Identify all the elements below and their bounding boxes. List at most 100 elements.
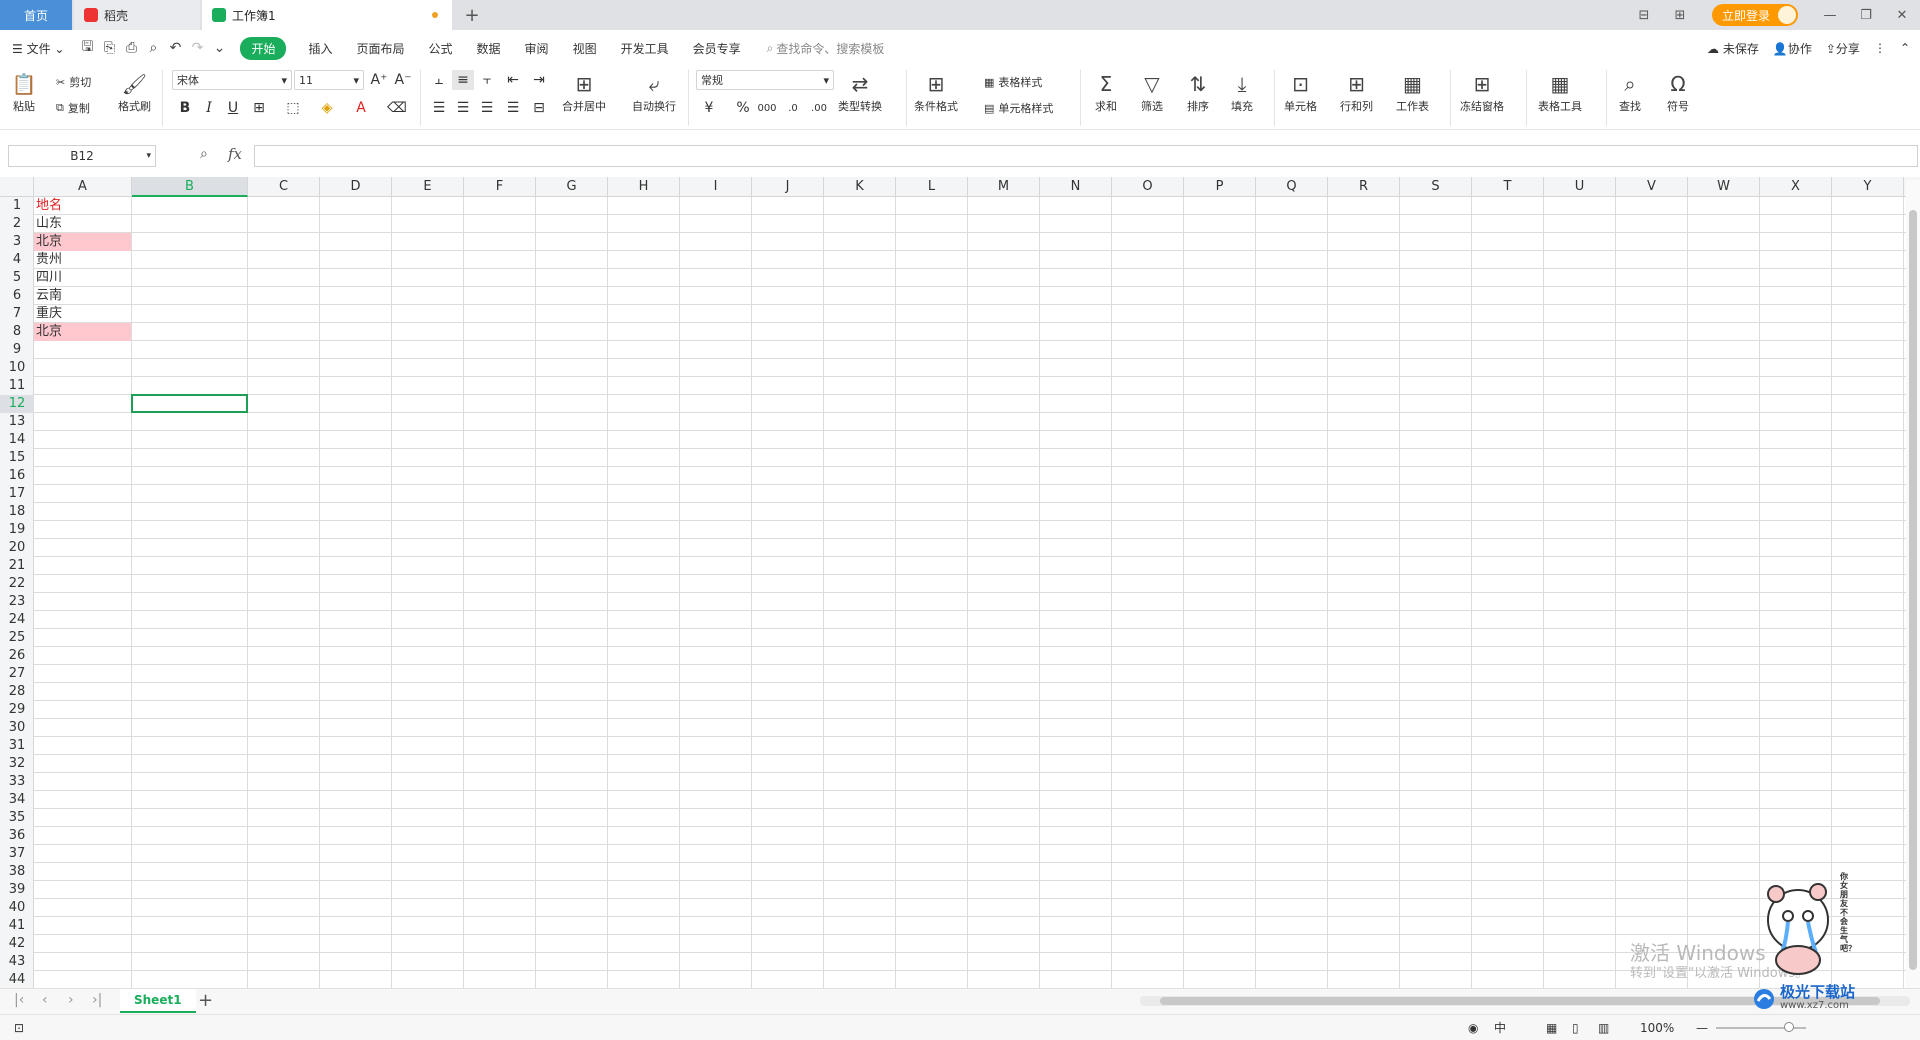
input-method-icon[interactable]: 中	[1494, 1019, 1506, 1036]
column-header-U[interactable]: U	[1544, 177, 1616, 197]
cell-button[interactable]: ⊡ 单元格	[1284, 70, 1317, 114]
add-sheet-button[interactable]: +	[198, 990, 213, 1011]
freeze-button[interactable]: ⊞ 冻结窗格	[1460, 70, 1504, 114]
column-header-P[interactable]: P	[1184, 177, 1256, 197]
macro-record-icon[interactable]: ⊡	[14, 1021, 24, 1035]
find-button[interactable]: ⌕ 查找	[1616, 70, 1644, 114]
tab-home[interactable]: 首页	[0, 0, 72, 30]
column-header-M[interactable]: M	[968, 177, 1040, 197]
prev-sheet-icon[interactable]: ‹	[42, 992, 48, 1008]
row-header-20[interactable]: 20	[0, 539, 34, 557]
cell-style-button[interactable]: ▤ 单元格样式	[984, 100, 1053, 116]
row-header-15[interactable]: 15	[0, 449, 34, 467]
undo-icon[interactable]: ↶	[164, 37, 186, 59]
column-header-A[interactable]: A	[34, 177, 132, 197]
tab-developer[interactable]: 开发工具	[609, 40, 681, 57]
row-header-23[interactable]: 23	[0, 593, 34, 611]
bold-icon[interactable]: B	[174, 98, 196, 118]
save-icon[interactable]: 🖫	[76, 37, 98, 59]
row-header-28[interactable]: 28	[0, 683, 34, 701]
row-header-33[interactable]: 33	[0, 773, 34, 791]
row-header-41[interactable]: 41	[0, 917, 34, 935]
indent-decrease-icon[interactable]: ⇤	[502, 70, 524, 90]
row-header-35[interactable]: 35	[0, 809, 34, 827]
minimize-button[interactable]: —	[1812, 8, 1848, 23]
row-header-40[interactable]: 40	[0, 899, 34, 917]
row-col-button[interactable]: ⊞ 行和列	[1340, 70, 1373, 114]
vertical-scroll-thumb[interactable]	[1909, 210, 1917, 970]
more-icon[interactable]: ⋮	[1874, 41, 1886, 55]
row-header-31[interactable]: 31	[0, 737, 34, 755]
layout-icon[interactable]: ⊟	[1626, 8, 1662, 23]
increase-decimal-icon[interactable]: .0	[782, 98, 804, 118]
align-bottom-icon[interactable]: ⫟	[476, 70, 498, 90]
sheet-tab-sheet1[interactable]: Sheet1	[120, 989, 196, 1013]
decrease-font-icon[interactable]: A⁻	[392, 70, 414, 90]
row-header-3[interactable]: 3	[0, 233, 34, 251]
fill-button[interactable]: ⤓ 填充	[1228, 70, 1256, 114]
last-sheet-icon[interactable]: ›|	[92, 992, 102, 1008]
zoom-level[interactable]: 100%	[1640, 1021, 1674, 1035]
align-center-icon[interactable]: ☰	[452, 98, 474, 118]
tab-page-layout[interactable]: 页面布局	[345, 40, 417, 57]
eye-protect-icon[interactable]: ◉	[1468, 1021, 1478, 1035]
tab-member[interactable]: 会员专享	[681, 40, 753, 57]
row-header-10[interactable]: 10	[0, 359, 34, 377]
command-search[interactable]: ⌕ 查找命令、搜索模板	[767, 40, 885, 57]
row-header-32[interactable]: 32	[0, 755, 34, 773]
quick-access-more-icon[interactable]: ⌄	[208, 37, 230, 59]
cell-A2[interactable]: 山东	[34, 215, 131, 233]
zoom-slider[interactable]	[1716, 1022, 1806, 1032]
normal-view-icon[interactable]: ▦	[1546, 1021, 1557, 1035]
fx-icon[interactable]: fx	[228, 145, 242, 163]
row-header-29[interactable]: 29	[0, 701, 34, 719]
underline-icon[interactable]: U	[222, 98, 244, 118]
cut-button[interactable]: ✂ 剪切	[56, 74, 91, 90]
paste-button[interactable]: 📋 粘贴	[10, 70, 38, 114]
cell-A3[interactable]: 北京	[34, 233, 131, 251]
justify-icon[interactable]: ☰	[502, 98, 524, 118]
page-break-view-icon[interactable]: ▥	[1598, 1021, 1609, 1035]
cell-fill-style-icon[interactable]: ⬚	[282, 98, 304, 118]
tab-workbook[interactable]: 工作簿1	[202, 0, 452, 30]
redo-icon[interactable]: ↷	[186, 37, 208, 59]
file-menu[interactable]: ☰ 文件 ⌄	[0, 40, 76, 57]
column-header-S[interactable]: S	[1400, 177, 1472, 197]
filter-button[interactable]: ▽ 筛选	[1138, 70, 1166, 114]
collab-button[interactable]: 👤协作	[1773, 40, 1812, 57]
print-icon[interactable]: ⎙	[120, 37, 142, 59]
row-header-37[interactable]: 37	[0, 845, 34, 863]
wrap-text-button[interactable]: ⤶ 自动换行	[632, 70, 676, 114]
copy-button[interactable]: ⧉ 复制	[56, 100, 90, 116]
restore-button[interactable]: ❐	[1848, 8, 1884, 23]
cell-A8[interactable]: 北京	[34, 323, 131, 341]
row-header-36[interactable]: 36	[0, 827, 34, 845]
align-middle-icon[interactable]: ≡	[452, 70, 474, 90]
align-right-icon[interactable]: ☰	[476, 98, 498, 118]
column-header-G[interactable]: G	[536, 177, 608, 197]
format-painter-button[interactable]: 🖌 格式刷	[118, 70, 151, 114]
next-sheet-icon[interactable]: ›	[68, 992, 74, 1008]
row-header-14[interactable]: 14	[0, 431, 34, 449]
row-header-38[interactable]: 38	[0, 863, 34, 881]
row-header-13[interactable]: 13	[0, 413, 34, 431]
column-header-L[interactable]: L	[896, 177, 968, 197]
table-style-button[interactable]: ▦ 表格样式	[984, 74, 1042, 90]
row-header-1[interactable]: 1	[0, 197, 34, 215]
row-header-12[interactable]: 12	[0, 395, 34, 413]
row-header-17[interactable]: 17	[0, 485, 34, 503]
row-header-4[interactable]: 4	[0, 251, 34, 269]
border-icon[interactable]: ⊞	[248, 98, 270, 118]
number-format-select[interactable]: 常规 ▾	[696, 70, 834, 90]
font-color-icon[interactable]: A	[350, 98, 372, 118]
formula-input[interactable]	[254, 145, 1918, 167]
fill-color-icon[interactable]: ◈	[316, 98, 338, 118]
column-header-T[interactable]: T	[1472, 177, 1544, 197]
row-header-16[interactable]: 16	[0, 467, 34, 485]
zoom-formula-icon[interactable]: ⌕	[200, 146, 208, 162]
thousands-icon[interactable]: 000	[756, 98, 778, 118]
cell-A6[interactable]: 云南	[34, 287, 131, 305]
column-header-Y[interactable]: Y	[1832, 177, 1904, 197]
row-header-25[interactable]: 25	[0, 629, 34, 647]
row-header-21[interactable]: 21	[0, 557, 34, 575]
